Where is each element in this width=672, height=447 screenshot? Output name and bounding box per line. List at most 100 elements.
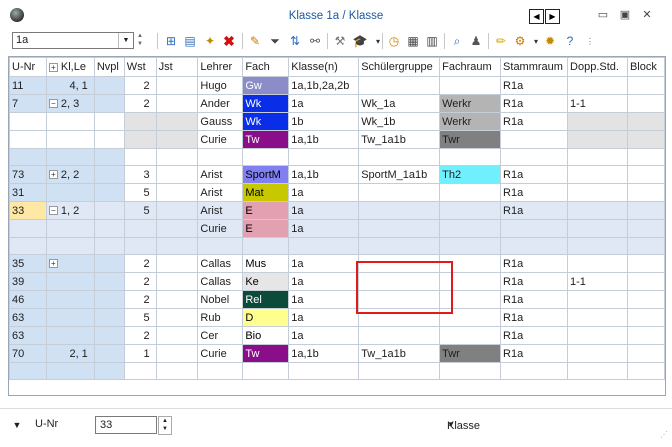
cell-fachraum[interactable] bbox=[439, 183, 502, 202]
pencil-icon[interactable]: ✏ bbox=[493, 34, 509, 49]
cell-nvpl[interactable] bbox=[93, 76, 125, 95]
link-icon[interactable]: ⚯ bbox=[307, 34, 323, 49]
cell-wst[interactable]: 2 bbox=[123, 326, 157, 345]
expand-icon[interactable]: + bbox=[48, 259, 58, 269]
cell-fach[interactable]: SportM bbox=[242, 165, 290, 184]
cell-fachraum[interactable] bbox=[439, 326, 502, 345]
cell-dopp-std[interactable] bbox=[567, 165, 628, 184]
cell-lehrer[interactable]: Arist bbox=[197, 201, 244, 220]
cell-unr[interactable]: 7 bbox=[9, 94, 47, 113]
grid-icon[interactable]: ⊞ bbox=[163, 34, 179, 49]
cell-klassen[interactable]: 1a bbox=[288, 94, 360, 113]
cell-nvpl[interactable] bbox=[93, 326, 125, 345]
cell-jst[interactable] bbox=[155, 362, 199, 380]
cell-jst[interactable] bbox=[155, 344, 199, 363]
cell-lehrer[interactable]: Gauss bbox=[197, 112, 244, 131]
dropdown-arrow-icon[interactable]: ▼ bbox=[118, 33, 133, 48]
delete-icon[interactable]: ✖ bbox=[221, 34, 237, 49]
column-header-wst[interactable]: Wst bbox=[123, 57, 157, 77]
cell-klassen[interactable]: 1a,1b bbox=[288, 165, 360, 184]
cell-nvpl[interactable] bbox=[93, 344, 125, 363]
table-row[interactable]: Curie Tw 1a,1b Tw_1a1b Twr bbox=[9, 130, 665, 149]
cell-klle[interactable] bbox=[45, 219, 95, 238]
cell-wst[interactable]: 5 bbox=[123, 308, 157, 327]
cell-fachraum[interactable] bbox=[439, 219, 502, 238]
cell-fach[interactable]: D bbox=[242, 308, 290, 327]
cell-schuelergruppe[interactable] bbox=[358, 219, 441, 238]
column-header-unr[interactable]: U-Nr bbox=[9, 57, 47, 77]
cell-dopp-std[interactable]: 1-1 bbox=[567, 272, 628, 291]
cell-jst[interactable] bbox=[155, 165, 199, 184]
cell-wst[interactable]: 2 bbox=[123, 94, 157, 113]
cell-jst[interactable] bbox=[155, 326, 199, 345]
cell-nvpl[interactable] bbox=[93, 272, 125, 291]
cell-wst[interactable] bbox=[123, 237, 157, 255]
cell-fachraum[interactable]: Werkr bbox=[439, 112, 502, 131]
cell-schuelergruppe[interactable]: Tw_1a1b bbox=[358, 130, 441, 149]
table-row[interactable]: 31 5 Arist Mat 1a R1a bbox=[9, 183, 665, 202]
cell-stammraum[interactable]: R1a bbox=[500, 201, 569, 220]
cell-fach[interactable]: Rel bbox=[242, 290, 290, 309]
table-row[interactable]: 35 +2 Callas Mus 1a R1a bbox=[9, 254, 665, 273]
table-row[interactable] bbox=[9, 148, 665, 166]
cell-wst[interactable]: 5 bbox=[123, 183, 157, 202]
cell-stammraum[interactable]: R1a bbox=[500, 326, 569, 345]
graduation-cap-icon[interactable]: 🎓 bbox=[352, 34, 368, 49]
cell-schuelergruppe[interactable]: Tw_1a1b bbox=[358, 344, 441, 363]
collapse-icon[interactable]: − bbox=[48, 99, 58, 109]
cell-nvpl[interactable] bbox=[93, 148, 125, 166]
cell-jst[interactable] bbox=[155, 201, 199, 220]
cell-fach[interactable]: Wk bbox=[242, 112, 290, 131]
cell-wst[interactable]: 2 bbox=[123, 272, 157, 291]
cell-nvpl[interactable] bbox=[93, 254, 125, 273]
cell-fachraum[interactable] bbox=[439, 201, 502, 220]
cell-stammraum[interactable]: R1a bbox=[500, 112, 569, 131]
toolbar-overflow-icon[interactable]: ⋮ bbox=[582, 34, 598, 49]
cell-klle[interactable]: −2, 3 bbox=[45, 94, 95, 113]
cell-dopp-std[interactable] bbox=[567, 308, 628, 327]
cell-klassen[interactable]: 1a bbox=[288, 254, 360, 273]
table-row[interactable]: Gauss Wk 1b Wk_1b Werkr R1a bbox=[9, 112, 665, 131]
cell-klle[interactable] bbox=[45, 112, 95, 131]
cell-fach[interactable] bbox=[242, 148, 290, 166]
cell-fach[interactable] bbox=[242, 237, 290, 255]
table-row[interactable]: 73 +2, 2 3 Arist SportM 1a,1b SportM_1a1b Th2 R1… bbox=[9, 165, 665, 184]
expand-icon[interactable]: + bbox=[48, 62, 58, 72]
cell-lehrer[interactable]: Curie bbox=[197, 344, 244, 363]
schedule-icon[interactable]: ▥ bbox=[424, 34, 440, 49]
cell-block[interactable] bbox=[626, 165, 665, 184]
cap-dropdown-icon[interactable]: ▾ bbox=[370, 34, 386, 49]
cell-schuelergruppe[interactable] bbox=[358, 183, 441, 202]
table-row[interactable] bbox=[9, 362, 665, 380]
cell-jst[interactable] bbox=[155, 290, 199, 309]
cell-klle[interactable] bbox=[45, 237, 95, 255]
cell-stammraum[interactable] bbox=[500, 362, 569, 380]
cell-fach[interactable]: E bbox=[242, 201, 290, 220]
cell-dopp-std[interactable] bbox=[567, 148, 628, 166]
cell-jst[interactable] bbox=[155, 254, 199, 273]
cell-fachraum[interactable] bbox=[439, 76, 502, 95]
cell-klle[interactable] bbox=[45, 308, 95, 327]
new-icon[interactable]: ✦ bbox=[202, 34, 218, 49]
cell-unr[interactable] bbox=[9, 219, 47, 238]
column-header-klassen[interactable]: Klasse(n) bbox=[288, 57, 360, 77]
cell-lehrer[interactable]: Curie bbox=[197, 219, 244, 238]
table-row[interactable]: Curie E 1a bbox=[9, 219, 665, 238]
cell-block[interactable] bbox=[626, 237, 665, 255]
cell-klassen[interactable] bbox=[288, 237, 360, 255]
cell-klle[interactable] bbox=[45, 362, 95, 380]
close-icon[interactable]: ✕ bbox=[640, 9, 654, 21]
cell-stammraum[interactable] bbox=[500, 237, 569, 255]
cell-lehrer[interactable]: Curie bbox=[197, 130, 244, 149]
cell-wst[interactable] bbox=[123, 112, 157, 131]
cell-lehrer[interactable]: Callas bbox=[197, 272, 244, 291]
cell-jst[interactable] bbox=[155, 130, 199, 149]
cell-fach[interactable]: Gw bbox=[242, 76, 290, 95]
cell-lehrer[interactable] bbox=[197, 362, 244, 380]
cell-dopp-std[interactable] bbox=[567, 76, 628, 95]
cell-unr[interactable]: 70 bbox=[9, 344, 47, 363]
cell-block[interactable] bbox=[626, 344, 665, 363]
table-row[interactable]: 63 2 Cer Bio 1a R1a bbox=[9, 326, 665, 345]
cell-block[interactable] bbox=[626, 148, 665, 166]
cell-fachraum[interactable] bbox=[439, 362, 502, 380]
